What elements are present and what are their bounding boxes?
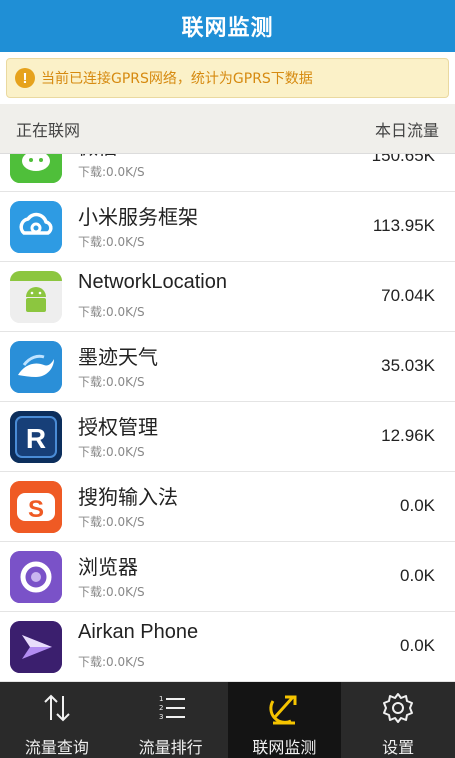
tab-network-monitor[interactable]: 联网监测 (227, 682, 342, 758)
app-traffic: 0.0K (400, 496, 435, 515)
list-item[interactable]: R 授权管理 下载:0.0K/S 12.96K (0, 402, 455, 472)
app-download-speed: 下载:0.0K/S (78, 585, 145, 599)
svg-text:3: 3 (159, 713, 163, 721)
app-name: 搜狗输入法 (78, 487, 178, 509)
android-icon (10, 271, 62, 323)
app-download-speed: 下载:0.0K/S (78, 235, 145, 249)
app-name: 浏览器 (78, 557, 138, 579)
app-download-speed: 下载:0.0K/S (78, 165, 145, 179)
app-download-speed: 下载:0.0K/S (78, 375, 145, 389)
weather-icon (10, 341, 62, 393)
app-name: 授权管理 (78, 417, 158, 439)
cloud-icon (10, 201, 62, 253)
app-name: 墨迹天气 (78, 347, 158, 369)
list-header: 正在联网 本日流量 (0, 104, 455, 154)
warning-icon: ! (15, 68, 35, 88)
r-letter-icon: R (10, 411, 62, 463)
list-item[interactable]: 墨迹天气 下载:0.0K/S 35.03K (0, 332, 455, 402)
svg-text:S: S (28, 496, 44, 523)
sogou-icon: S (10, 481, 62, 533)
list-item[interactable]: S 搜狗输入法 下载:0.0K/S 0.0K (0, 472, 455, 542)
wechat-icon (10, 154, 62, 183)
airkan-icon (10, 621, 62, 673)
app-name: Airkan Phone (78, 621, 199, 643)
tab-label: 联网监测 (252, 738, 317, 757)
app-list[interactable]: 微信 下载:0.0K/S 150.65K 小米服务框架 下载:0.0K/S 11… (0, 154, 455, 682)
app-download-speed: 下载:0.0K/S (78, 305, 145, 319)
app-name: 微信 (78, 154, 118, 160)
list-item[interactable]: NetworkLocation 下载:0.0K/S 70.04K (0, 262, 455, 332)
notice-text: 当前已连接GPRS网络，统计为GPRS下数据 (41, 71, 313, 87)
app-traffic: 70.04K (381, 286, 435, 305)
app-download-speed: 下载:0.0K/S (78, 445, 145, 459)
app-traffic: 12.96K (381, 426, 435, 445)
list-item[interactable]: 微信 下载:0.0K/S 150.65K (0, 154, 455, 192)
app-download-speed: 下载:0.0K/S (78, 655, 145, 669)
up-down-arrows-icon (37, 688, 77, 728)
app-download-speed: 下载:0.0K/S (78, 515, 145, 529)
svg-text:2: 2 (159, 704, 163, 712)
tab-settings[interactable]: 设置 (341, 682, 455, 758)
svg-text:1: 1 (159, 695, 163, 703)
app-name: NetworkLocation (78, 271, 227, 293)
tab-label: 流量排行 (138, 738, 203, 757)
app-traffic: 113.95K (372, 216, 435, 235)
bottom-tab-bar: 流量查询 1 2 3 流量排行 联网监测 设置 (0, 682, 455, 758)
header-online-label: 正在联网 (16, 120, 81, 140)
gprs-notice: ! 当前已连接GPRS网络，统计为GPRS下数据 (6, 58, 449, 98)
header-traffic-label: 本日流量 (374, 120, 439, 140)
svg-text:R: R (26, 423, 46, 454)
list-item[interactable]: Airkan Phone 下载:0.0K/S 0.0K (0, 612, 455, 682)
tab-label: 流量查询 (24, 738, 89, 757)
list-item[interactable]: 浏览器 下载:0.0K/S 0.0K (0, 542, 455, 612)
tab-traffic-query[interactable]: 流量查询 (0, 682, 114, 758)
tab-traffic-ranking[interactable]: 1 2 3 流量排行 (114, 682, 228, 758)
app-traffic: 150.65K (371, 154, 435, 165)
gear-icon (378, 688, 418, 728)
ranked-list-icon: 1 2 3 (151, 688, 191, 728)
app-traffic: 0.0K (400, 636, 435, 655)
browser-icon (10, 551, 62, 603)
network-monitor-icon (264, 688, 304, 728)
tab-label: 设置 (382, 738, 415, 757)
page-title: 联网监测 (0, 0, 455, 52)
list-item[interactable]: 小米服务框架 下载:0.0K/S 113.95K (0, 192, 455, 262)
app-traffic: 0.0K (400, 566, 435, 585)
app-traffic: 35.03K (381, 356, 435, 375)
app-name: 小米服务框架 (78, 207, 198, 229)
